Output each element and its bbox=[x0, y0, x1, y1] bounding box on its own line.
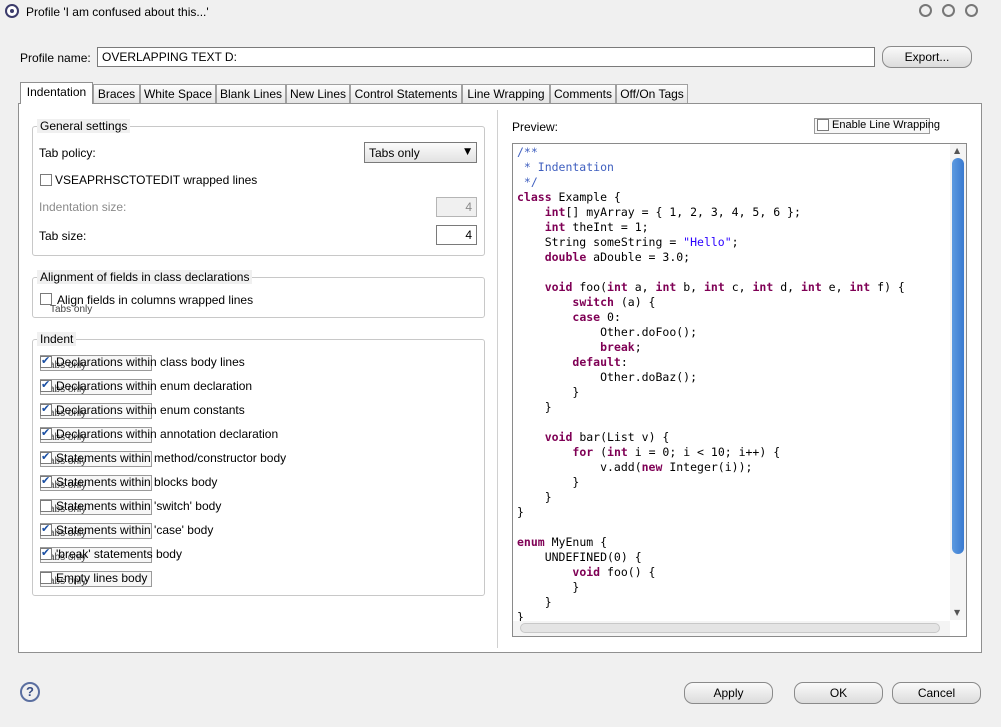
close-icon[interactable] bbox=[965, 4, 978, 17]
indent-item-label: Declarations within enum declaration bbox=[56, 379, 253, 393]
indent-item-checkbox[interactable] bbox=[40, 546, 52, 560]
tab-policy-select[interactable]: Tabs only ▼ bbox=[364, 142, 477, 163]
maximize-icon[interactable] bbox=[942, 4, 955, 17]
indent-item-label: Declarations within enum constants bbox=[56, 403, 245, 417]
chevron-down-icon: ▼ bbox=[464, 147, 471, 157]
indent-item-checkbox[interactable] bbox=[40, 474, 52, 488]
general-settings-title: General settings bbox=[37, 119, 131, 133]
tab-size-label: Tab size: bbox=[39, 229, 87, 243]
tab-policy-label: Tab policy: bbox=[39, 146, 96, 160]
preview-vertical-scroll-thumb[interactable] bbox=[952, 158, 964, 554]
scroll-down-icon[interactable]: ▼ bbox=[954, 608, 960, 617]
tab-off-on-tags[interactable]: Off/On Tags bbox=[616, 84, 688, 103]
indent-item-checkbox[interactable] bbox=[40, 500, 52, 512]
alignment-title: Alignment of fields in class declaration… bbox=[37, 270, 253, 284]
indent-item-checkbox[interactable] bbox=[40, 522, 52, 536]
indent-item-checkbox[interactable] bbox=[40, 354, 52, 368]
preview-label: Preview: bbox=[512, 120, 559, 134]
wrapped-lines-label: VSEAPRHSCTOTEDIT wrapped lines bbox=[55, 173, 258, 187]
preview-wrap-label: Enable Line Wrapping bbox=[832, 119, 941, 131]
indent-item-label: Declarations within annotation declarati… bbox=[56, 427, 279, 441]
indent-item-label: Empty lines body bbox=[56, 571, 148, 585]
indent-item-label: Statements within 'switch' body bbox=[56, 499, 222, 513]
tab-blank-lines[interactable]: Blank Lines bbox=[216, 84, 286, 103]
indent-item-checkbox[interactable] bbox=[40, 426, 52, 440]
indent-item-checkbox[interactable] bbox=[40, 378, 52, 392]
indent-item-label: Statements within blocks body bbox=[56, 475, 218, 489]
eclipse-icon bbox=[5, 4, 19, 18]
code-preview-text: /** * Indentation */ class Example { int… bbox=[517, 145, 905, 624]
tab-white-space[interactable]: White Space bbox=[140, 84, 216, 103]
indent-title: Indent bbox=[37, 332, 77, 346]
help-icon[interactable]: ? bbox=[20, 682, 40, 702]
preview-horizontal-scroll-thumb[interactable] bbox=[520, 623, 940, 633]
indent-item-label: Statements within method/constructor bod… bbox=[56, 451, 287, 465]
align-fields-label: Align fields in columns wrapped lines bbox=[57, 293, 254, 307]
indent-item-label: Declarations within class body lines bbox=[56, 355, 245, 369]
indent-item-checkbox[interactable] bbox=[40, 572, 52, 584]
tab-new-lines[interactable]: New Lines bbox=[286, 84, 350, 103]
export-button[interactable]: Export... bbox=[882, 46, 972, 68]
profile-name-label: Profile name: bbox=[20, 51, 91, 65]
tab-size-input[interactable]: 4 bbox=[436, 225, 477, 245]
indentation-size-input[interactable]: 4 bbox=[436, 197, 477, 217]
ok-button[interactable]: OK bbox=[794, 682, 883, 704]
tab-control-statements[interactable]: Control Statements bbox=[350, 84, 462, 103]
tab-indentation[interactable]: Indentation bbox=[20, 82, 93, 104]
tab-line-wrapping[interactable]: Line Wrapping bbox=[462, 84, 550, 103]
indent-item-label: Statements within 'case' body bbox=[56, 523, 214, 537]
indentation-size-label: Indentation size: bbox=[39, 200, 127, 214]
tab-braces[interactable]: Braces bbox=[93, 84, 140, 103]
pane-divider[interactable] bbox=[497, 110, 498, 648]
indent-item-checkbox[interactable] bbox=[40, 402, 52, 416]
window-title: Profile 'I am confused about this...' bbox=[26, 5, 209, 19]
cancel-button[interactable]: Cancel bbox=[892, 682, 981, 704]
preview-wrap-checkbox[interactable] bbox=[817, 119, 829, 131]
indent-item-checkbox[interactable] bbox=[40, 450, 52, 464]
wrapped-lines-checkbox[interactable] bbox=[40, 174, 52, 186]
tab-comments[interactable]: Comments bbox=[550, 84, 616, 103]
scroll-up-icon[interactable]: ▲ bbox=[954, 146, 960, 155]
profile-name-input[interactable]: OVERLAPPING TEXT D: bbox=[97, 47, 875, 67]
indent-item-label: 'break' statements body bbox=[56, 547, 182, 561]
minimize-icon[interactable] bbox=[919, 4, 932, 17]
code-preview[interactable]: /** * Indentation */ class Example { int… bbox=[512, 143, 967, 637]
apply-button[interactable]: Apply bbox=[684, 682, 773, 704]
tab-policy-value: Tabs only bbox=[369, 146, 420, 160]
